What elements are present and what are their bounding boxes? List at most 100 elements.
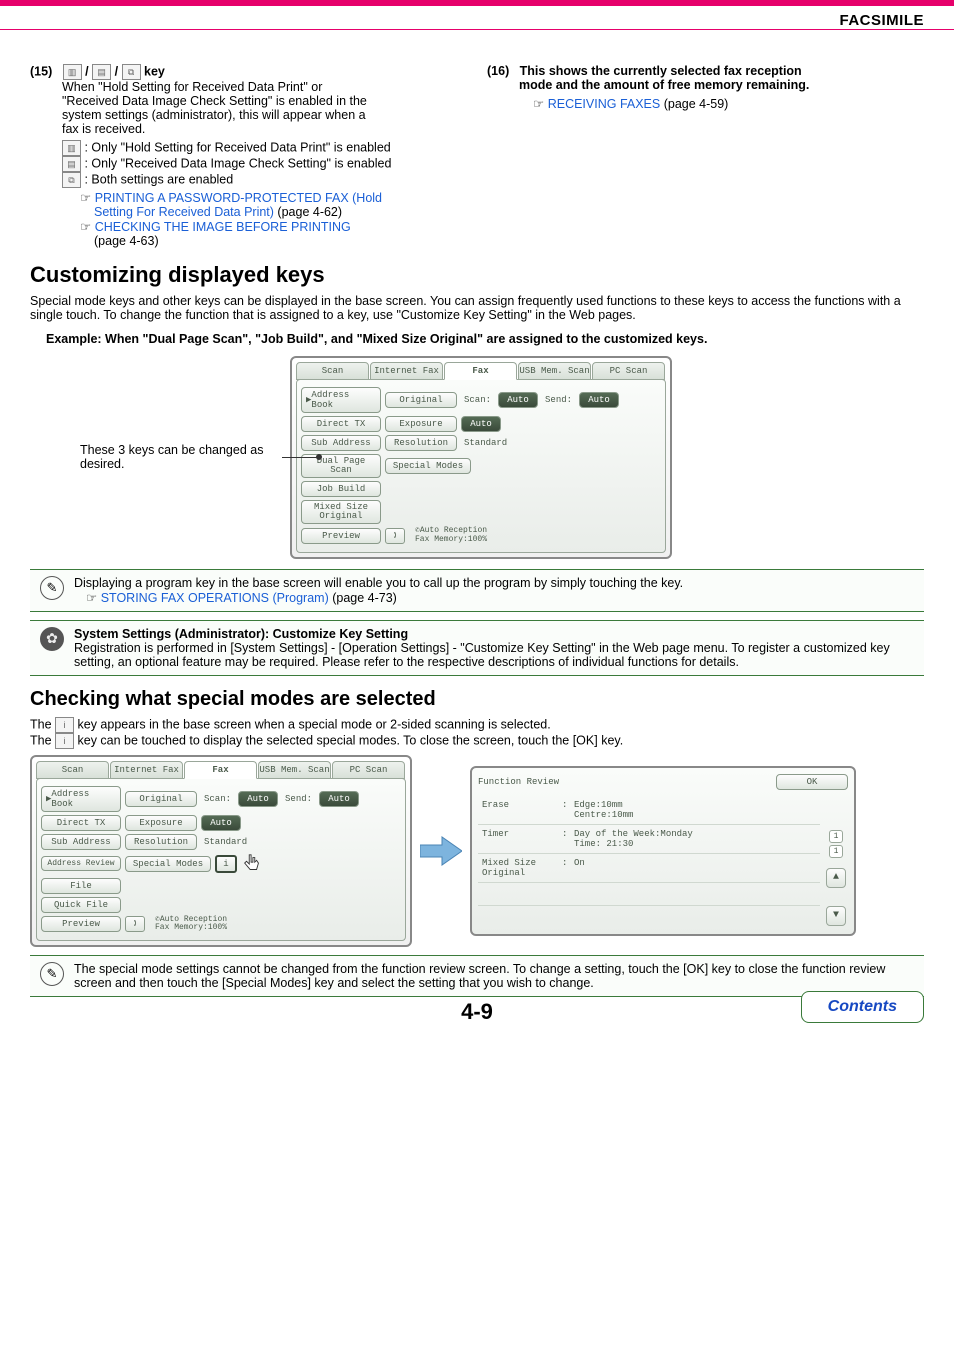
resolution-button-2[interactable]: Resolution [125,834,197,850]
item15-intro-4: fax is received. [62,122,467,136]
exposure-auto-value[interactable]: Auto [461,416,501,432]
item15-number: (15) [30,64,52,78]
link-check-image[interactable]: CHECKING THE IMAGE BEFORE PRINTING [95,220,351,234]
image-check-icon: ▤ [92,64,111,80]
review-mixed-value: On [574,858,585,878]
function-review-panel: Function Review OK Erase : Edge:10mm Cen… [470,766,856,936]
address-review-button[interactable]: Address Review [41,856,121,871]
send-label: Send: [542,395,575,405]
page-current: 1 [829,830,843,843]
direct-tx-button[interactable]: Direct TX [301,416,381,432]
mixed-size-original-button[interactable]: Mixed Size Original [301,500,381,524]
send-auto-value[interactable]: Auto [579,392,619,408]
tab-scan[interactable]: Scan [296,362,369,380]
resolution-value-2: Standard [201,837,250,847]
scroll-up-button[interactable]: ▲ [826,868,846,888]
ok-button[interactable]: OK [776,774,848,790]
tab2-usb-mem-scan[interactable]: USB Mem. Scan [258,761,331,779]
file-button[interactable]: File [41,878,121,894]
job-build-button[interactable]: Job Build [301,481,381,497]
item15-intro-1: When "Hold Setting for Received Data Pri… [62,80,467,94]
note1-text: Displaying a program key in the base scr… [74,576,683,590]
caption-three-keys: These 3 keys can be changed as desired. [80,443,280,471]
tab-pc-scan[interactable]: PC Scan [592,362,665,380]
review-row-mixed: Mixed Size Original : On [478,854,820,883]
item15-opt-b: : Only "Received Data Image Check Settin… [84,156,391,170]
check-line1a: The [30,717,55,731]
gear-icon: ✿ [40,627,64,651]
check-line2b: key can be touched to display the select… [78,733,624,747]
example-line: Example: When "Dual Page Scan", "Job Bui… [46,332,924,346]
tab-usb-mem-scan[interactable]: USB Mem. Scan [518,362,591,380]
special-modes-button[interactable]: Special Modes [385,458,471,474]
review-row-erase: Erase : Edge:10mm Centre:10mm [478,796,820,825]
caption-three-keys-text: These 3 keys can be changed as desired. [80,443,263,471]
tab2-scan[interactable]: Scan [36,761,109,779]
tab2-pc-scan[interactable]: PC Scan [332,761,405,779]
original-button-2[interactable]: Original [125,791,197,807]
link-check-image-tail: (page 4-63) [94,234,467,248]
speaker-icon[interactable]: 🕽 [385,528,405,544]
link-receiving-faxes-tail: (page 4-59) [660,97,728,111]
page-header: FACSIMILE [0,6,954,30]
preview-button-2[interactable]: Preview [41,916,121,932]
sub-address-button-2[interactable]: Sub Address [41,834,121,850]
info-key-button[interactable]: i [215,855,237,873]
link-storing-fax-ops[interactable]: STORING FAX OPERATIONS (Program) [101,591,329,605]
item15-opt-c: : Both settings are enabled [84,172,233,186]
contents-button[interactable]: Contents [801,991,924,1023]
send-label-2: Send: [282,794,315,804]
hold-print-icon: ▥ [63,64,82,80]
exposure-button-2[interactable]: Exposure [125,815,197,831]
resolution-value: Standard [461,438,510,448]
review-row-empty-1 [478,883,820,906]
check-line2a: The [30,733,55,747]
link-hold-print-1[interactable]: PRINTING A PASSWORD-PROTECTED FAX (Hold [95,191,382,205]
review-mixed-label: Mixed Size Original [482,858,562,878]
link-storing-fax-ops-tail: (page 4-73) [329,591,397,605]
page-title: FACSIMILE [839,12,924,29]
tab-internet-fax[interactable]: Internet Fax [370,362,443,380]
address-book-button[interactable]: ▶Address Book [301,387,381,413]
fax-base-screen-panel-1: Scan Internet Fax Fax USB Mem. Scan PC S… [290,356,672,559]
resolution-button[interactable]: Resolution [385,435,457,451]
scroll-down-button[interactable]: ▼ [826,906,846,926]
direct-tx-button-2[interactable]: Direct TX [41,815,121,831]
sub-address-button[interactable]: Sub Address [301,435,381,451]
preview-button[interactable]: Preview [301,528,381,544]
address-book-button-2[interactable]: ▶Address Book [41,786,121,812]
review-timer-value: Day of the Week:Monday Time: 21:30 [574,829,693,849]
review-timer-label: Timer [482,829,562,849]
hold-print-icon-2: ▥ [62,140,81,156]
scan-auto-value[interactable]: Auto [498,392,538,408]
exposure-button[interactable]: Exposure [385,416,457,432]
heading-customizing: Customizing displayed keys [30,262,924,288]
note-program-key: ✎ Displaying a program key in the base s… [30,569,924,612]
function-review-title: Function Review [478,777,559,787]
link-hold-print-2[interactable]: Setting For Received Data Print) [94,205,274,219]
review-erase-value: Edge:10mm Centre:10mm [574,800,633,820]
heading-checking: Checking what special modes are selected [30,688,924,711]
note2-body: Registration is performed in [System Set… [74,641,914,669]
fax-base-screen-panel-2: Scan Internet Fax Fax USB Mem. Scan PC S… [30,755,412,948]
original-button[interactable]: Original [385,392,457,408]
scan-label-2: Scan: [201,794,234,804]
note-cannot-change: ✎ The special mode settings cannot be ch… [30,955,924,997]
link-receiving-faxes[interactable]: RECEIVING FAXES [548,97,661,111]
speaker-icon-2[interactable]: 🕽 [125,916,145,932]
note2-title: System Settings (Administrator): Customi… [74,627,914,641]
status-reception: ✆Auto Reception Fax Memory:100% [415,527,487,545]
exposure-auto-value-2[interactable]: Auto [201,815,241,831]
info-key-icon-2: i [55,733,74,749]
quick-file-button[interactable]: Quick File [41,897,121,913]
special-modes-button-2[interactable]: Special Modes [125,856,211,872]
tab-fax[interactable]: Fax [444,362,517,380]
tab2-fax[interactable]: Fax [184,761,257,779]
status-reception-2: ✆Auto Reception Fax Memory:100% [155,916,227,934]
pointer-icon-2: ☞ [86,591,97,605]
tab2-internet-fax[interactable]: Internet Fax [110,761,183,779]
review-row-empty-2 [478,906,820,928]
info-key-icon: i [55,717,74,733]
scan-auto-value-2[interactable]: Auto [238,791,278,807]
send-auto-value-2[interactable]: Auto [319,791,359,807]
